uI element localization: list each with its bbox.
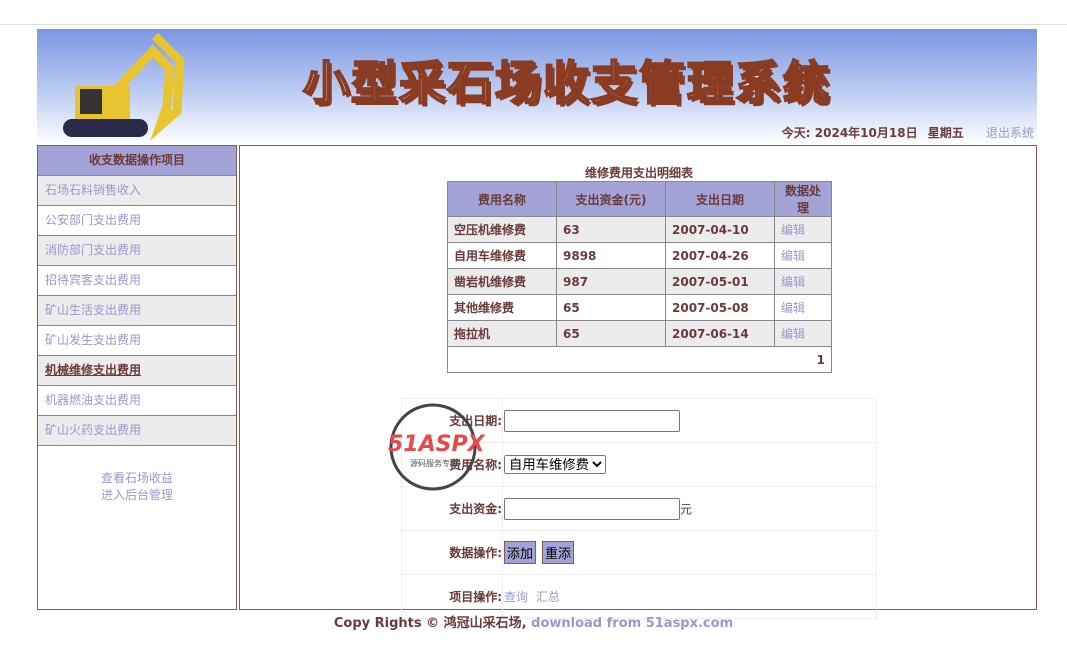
- footer: Copy Rights © 鸿冠山采石场, download from 51as…: [0, 612, 1067, 631]
- table-cell: 自用车维修费: [447, 242, 557, 269]
- reset-button[interactable]: 重添: [542, 541, 575, 564]
- view-income-link[interactable]: 查看石场收益: [38, 470, 236, 487]
- edit-link[interactable]: 编辑: [781, 301, 805, 315]
- expense-table: 费用名称 支出资金(元) 支出日期 数据处理 空压机维修费 63 2007-04-1…: [447, 181, 832, 373]
- table-cell: 65: [556, 294, 666, 321]
- admin-link[interactable]: 进入后台管理: [38, 487, 236, 504]
- sidebar-item[interactable]: 招待宾客支出费用: [38, 266, 236, 296]
- edit-link[interactable]: 编辑: [781, 327, 805, 341]
- sidebar-item[interactable]: 石场石料销售收入: [38, 176, 236, 206]
- today-label: 今天:: [781, 126, 811, 140]
- copyright: Copy Rights © 鸿冠山采石场,: [333, 616, 527, 631]
- table-cell: 2007-05-08: [665, 294, 775, 321]
- table-cell: 987: [556, 268, 666, 295]
- table-cell: 2007-05-01: [665, 268, 775, 295]
- sidebar-heading: 收支数据操作项目: [38, 146, 236, 176]
- edit-cell: 编辑: [774, 216, 832, 243]
- sidebar-item[interactable]: 公安部门支出费用: [38, 206, 236, 236]
- name-select[interactable]: 自用车维修费: [504, 455, 606, 474]
- table-cell: 凿岩机维修费: [447, 268, 557, 295]
- edit-cell: 编辑: [774, 242, 832, 269]
- sidebar-item[interactable]: 机器燃油支出费用: [38, 386, 236, 416]
- name-label: 费用名称:: [401, 442, 503, 487]
- edit-cell: 编辑: [774, 268, 832, 295]
- sidebar-item[interactable]: 矿山火药支出费用: [38, 416, 236, 446]
- table-cell: 2007-04-26: [665, 242, 775, 269]
- download-link[interactable]: download from 51aspx.com: [531, 616, 733, 631]
- date-label: 支出日期:: [401, 398, 503, 443]
- table-cell: 空压机维修费: [447, 216, 557, 243]
- sidebar-links: 查看石场收益 进入后台管理: [38, 470, 236, 504]
- pager-row: 1: [447, 346, 832, 373]
- col-header: 支出资金(元): [556, 181, 666, 217]
- excavator-icon: [63, 32, 185, 141]
- date: 2024年10月18日: [814, 126, 918, 140]
- unit-label: 元: [680, 502, 693, 516]
- col-header: 费用名称: [447, 181, 557, 217]
- sidebar-item[interactable]: 消防部门支出费用: [38, 236, 236, 266]
- sidebar-item[interactable]: 矿山生活支出费用: [38, 296, 236, 326]
- amount-label: 支出资金:: [401, 486, 503, 531]
- col-header: 支出日期: [665, 181, 775, 217]
- table-cell: 63: [556, 216, 666, 243]
- sidebar-item-active[interactable]: 机械维修支出费用: [38, 356, 236, 386]
- table-cell: 其他维修费: [447, 294, 557, 321]
- ops-label: 数据操作:: [401, 530, 503, 575]
- amount-input[interactable]: [504, 497, 680, 520]
- table-row: 空压机维修费 63 2007-04-10 编辑: [447, 216, 832, 243]
- logout-link[interactable]: 退出系统: [986, 126, 1034, 140]
- table-cell: 65: [556, 320, 666, 347]
- table-row: 自用车维修费 9898 2007-04-26 编辑: [447, 242, 832, 269]
- table-cell: 2007-06-14: [665, 320, 775, 347]
- system-title: 小型采石场收支管理系统: [302, 55, 831, 111]
- expense-form: 支出日期: 费用名称: 自用车维修费 支出资金: 元 数据操作: 添加 重添 项目…: [401, 398, 877, 619]
- page-number[interactable]: 1: [447, 346, 832, 373]
- table-caption: 维修费用支出明细表: [584, 166, 693, 180]
- sidebar: 收支数据操作项目 石场石料销售收入 公安部门支出费用 消防部门支出费用 招待宾客…: [37, 145, 237, 610]
- table-row: 凿岩机维修费 987 2007-05-01 编辑: [447, 268, 832, 295]
- top-divider: [0, 24, 1067, 25]
- table-cell: 拖拉机: [447, 320, 557, 347]
- sidebar-list: 石场石料销售收入 公安部门支出费用 消防部门支出费用 招待宾客支出费用 矿山生活…: [38, 176, 236, 446]
- sidebar-item[interactable]: 矿山发生支出费用: [38, 326, 236, 356]
- table-cell: 2007-04-10: [665, 216, 775, 243]
- edit-link[interactable]: 编辑: [781, 249, 805, 263]
- summary-link[interactable]: 汇总: [536, 590, 560, 604]
- table-header: 费用名称 支出资金(元) 支出日期 数据处理: [447, 181, 832, 217]
- col-header: 数据处理: [774, 181, 832, 217]
- table-cell: 9898: [556, 242, 666, 269]
- query-link[interactable]: 查询: [504, 590, 528, 604]
- edit-link[interactable]: 编辑: [781, 223, 805, 237]
- date-line: 今天: 2024年10月18日 星期五 退出系统: [782, 124, 1034, 141]
- banner: 小型采石场收支管理系统 今天: 2024年10月18日 星期五 退出系统: [37, 29, 1037, 145]
- edit-link[interactable]: 编辑: [781, 275, 805, 289]
- edit-cell: 编辑: [774, 320, 832, 347]
- add-button[interactable]: 添加: [504, 541, 537, 564]
- edit-cell: 编辑: [774, 294, 832, 321]
- table-row: 拖拉机 65 2007-06-14 编辑: [447, 320, 832, 347]
- table-row: 其他维修费 65 2007-05-08 编辑: [447, 294, 832, 321]
- weekday: 星期五: [927, 126, 964, 140]
- date-input[interactable]: [504, 409, 680, 432]
- main-panel: 维修费用支出明细表 费用名称 支出资金(元) 支出日期 数据处理 空压机维修费 6…: [239, 145, 1037, 619]
